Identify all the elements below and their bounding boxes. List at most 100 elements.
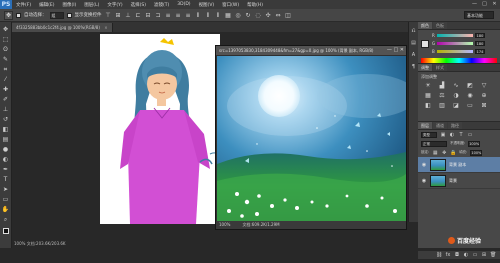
exposure-icon[interactable]: ◩: [466, 82, 474, 89]
shape-tool-icon[interactable]: ▭: [2, 196, 10, 203]
restore-button[interactable]: □: [481, 1, 488, 7]
align-right-icon[interactable]: ⊐: [155, 12, 162, 19]
blue-slider[interactable]: [437, 50, 473, 53]
zoom-tool-icon[interactable]: ⌕: [2, 216, 10, 223]
link-layers-icon[interactable]: ⛓: [436, 252, 442, 258]
eraser-tool-icon[interactable]: ◧: [2, 126, 10, 133]
type-tool-icon[interactable]: T: [2, 176, 10, 183]
dodge-tool-icon[interactable]: ◐: [2, 156, 10, 163]
distribute-bottom-icon[interactable]: ≡: [185, 12, 192, 19]
auto-select-checkbox[interactable]: [16, 12, 21, 18]
tab-document-1[interactable]: 4f3325883bb0c1c2f4.jpg @ 100%(RGB/8) ×: [12, 23, 113, 32]
filter-shape-icon[interactable]: ▭: [467, 132, 473, 138]
align-bottom-icon[interactable]: ⊥: [125, 12, 132, 19]
eyedropper-tool-icon[interactable]: ⁄: [2, 76, 10, 83]
color-spectrum[interactable]: [421, 58, 497, 63]
gradient-map-icon[interactable]: ▭: [466, 102, 474, 109]
character-panel-icon[interactable]: A: [410, 52, 417, 58]
properties-panel-icon[interactable]: ▤: [410, 40, 417, 46]
document-2-window-buttons[interactable]: — □ ✕: [387, 46, 404, 55]
blend-mode-select[interactable]: 正常: [421, 140, 447, 147]
layer-style-icon[interactable]: fx: [445, 252, 451, 258]
fill-value[interactable]: 100%: [470, 149, 483, 156]
menu-select[interactable]: 选择(S): [127, 2, 150, 8]
red-value[interactable]: 180: [475, 33, 485, 38]
curves-icon[interactable]: ∿: [452, 82, 460, 89]
color-balance-icon[interactable]: ⚖: [438, 92, 446, 99]
clone-stamp-tool-icon[interactable]: ⊥: [2, 106, 10, 113]
lock-position-icon[interactable]: ✥: [441, 150, 447, 156]
new-layer-icon[interactable]: ⊞: [481, 252, 487, 258]
close-button[interactable]: ✕: [491, 1, 498, 7]
brightness-contrast-icon[interactable]: ☀: [424, 82, 432, 89]
move-tool-icon[interactable]: ✥: [2, 26, 10, 33]
opacity-value[interactable]: 100%: [468, 140, 481, 147]
invert-icon[interactable]: ◧: [424, 102, 432, 109]
3d-mode-icon[interactable]: ◎: [235, 12, 242, 19]
menu-file[interactable]: 文件(F): [12, 2, 35, 8]
filter-pixel-icon[interactable]: ▣: [440, 132, 446, 138]
3d-rotate-icon[interactable]: ↻: [245, 12, 252, 19]
menu-3d[interactable]: 3D(D): [173, 2, 194, 7]
3d-roll-icon[interactable]: ◌: [255, 12, 262, 19]
auto-align-icon[interactable]: ▦: [225, 12, 232, 19]
quick-select-tool-icon[interactable]: ✎: [2, 56, 10, 63]
history-brush-tool-icon[interactable]: ↺: [2, 116, 10, 123]
filter-adjust-icon[interactable]: ◐: [449, 132, 455, 138]
vibrance-icon[interactable]: ▽: [480, 82, 488, 89]
menu-type[interactable]: 文字(Y): [103, 2, 126, 8]
auto-select-target-select[interactable]: 组: [49, 11, 64, 19]
distribute-left-icon[interactable]: ⦀: [195, 12, 202, 19]
channel-mixer-icon[interactable]: ⊕: [480, 92, 488, 99]
layer-row[interactable]: ◉ 背景: [418, 173, 500, 189]
healing-brush-tool-icon[interactable]: ✚: [2, 86, 10, 93]
green-slider[interactable]: [437, 42, 473, 45]
filter-type-icon[interactable]: T: [458, 132, 464, 138]
pen-tool-icon[interactable]: ✒: [2, 166, 10, 173]
delete-layer-icon[interactable]: 🗑: [490, 252, 496, 258]
blur-tool-icon[interactable]: ●: [2, 146, 10, 153]
layer-name[interactable]: 背景: [449, 178, 457, 184]
foreground-background-swatch[interactable]: [421, 40, 429, 48]
workspace-select[interactable]: 基本功能: [464, 11, 494, 19]
layer-kind-select[interactable]: 类型: [421, 131, 437, 138]
menu-image[interactable]: 图像(I): [58, 2, 80, 8]
tab-styles[interactable]: 样式: [433, 64, 447, 71]
3d-slide-icon[interactable]: ⇔: [275, 12, 282, 19]
lasso-tool-icon[interactable]: ʘ: [2, 46, 10, 53]
tab-paths[interactable]: 路径: [448, 122, 462, 129]
tab-close-icon[interactable]: ×: [104, 25, 107, 30]
align-center-icon[interactable]: ⊟: [145, 12, 152, 19]
distribute-top-icon[interactable]: ≡: [165, 12, 172, 19]
menu-view[interactable]: 视图(V): [195, 2, 219, 8]
menu-help[interactable]: 帮助(H): [243, 2, 267, 8]
threshold-icon[interactable]: ◪: [452, 102, 460, 109]
distribute-middle-icon[interactable]: ≡: [175, 12, 182, 19]
menu-layer[interactable]: 图层(L): [80, 2, 103, 8]
align-top-icon[interactable]: ⊤: [105, 12, 112, 19]
path-select-tool-icon[interactable]: ➤: [2, 186, 10, 193]
menu-window[interactable]: 窗口(W): [218, 2, 243, 8]
red-slider[interactable]: [437, 34, 473, 37]
lock-pixels-icon[interactable]: ▦: [432, 150, 438, 156]
hue-saturation-icon[interactable]: ▦: [424, 92, 432, 99]
menu-filter[interactable]: 滤镜(T): [150, 2, 173, 8]
document-1-canvas[interactable]: [100, 34, 220, 224]
tab-layers[interactable]: 图层: [418, 122, 432, 129]
levels-icon[interactable]: ▟: [438, 82, 446, 89]
crop-tool-icon[interactable]: ⌗: [2, 66, 10, 73]
blue-value[interactable]: 174: [475, 49, 485, 54]
tab-channels[interactable]: 通道: [433, 122, 447, 129]
tab-color[interactable]: 颜色: [418, 22, 432, 29]
layer-name[interactable]: 背景 副本: [449, 162, 466, 168]
document-2-zoom[interactable]: 100%: [219, 221, 230, 229]
minimize-button[interactable]: —: [471, 1, 478, 7]
menu-edit[interactable]: 编辑(E): [35, 2, 58, 8]
foreground-color-swatch[interactable]: [2, 228, 9, 234]
move-tool-preset-icon[interactable]: ✥: [4, 10, 13, 20]
hand-tool-icon[interactable]: ✋: [2, 206, 10, 213]
selective-color-icon[interactable]: ⊠: [480, 102, 488, 109]
gradient-tool-icon[interactable]: ▤: [2, 136, 10, 143]
tab-adjustments[interactable]: 调整: [418, 64, 432, 71]
black-white-icon[interactable]: ◑: [452, 92, 460, 99]
